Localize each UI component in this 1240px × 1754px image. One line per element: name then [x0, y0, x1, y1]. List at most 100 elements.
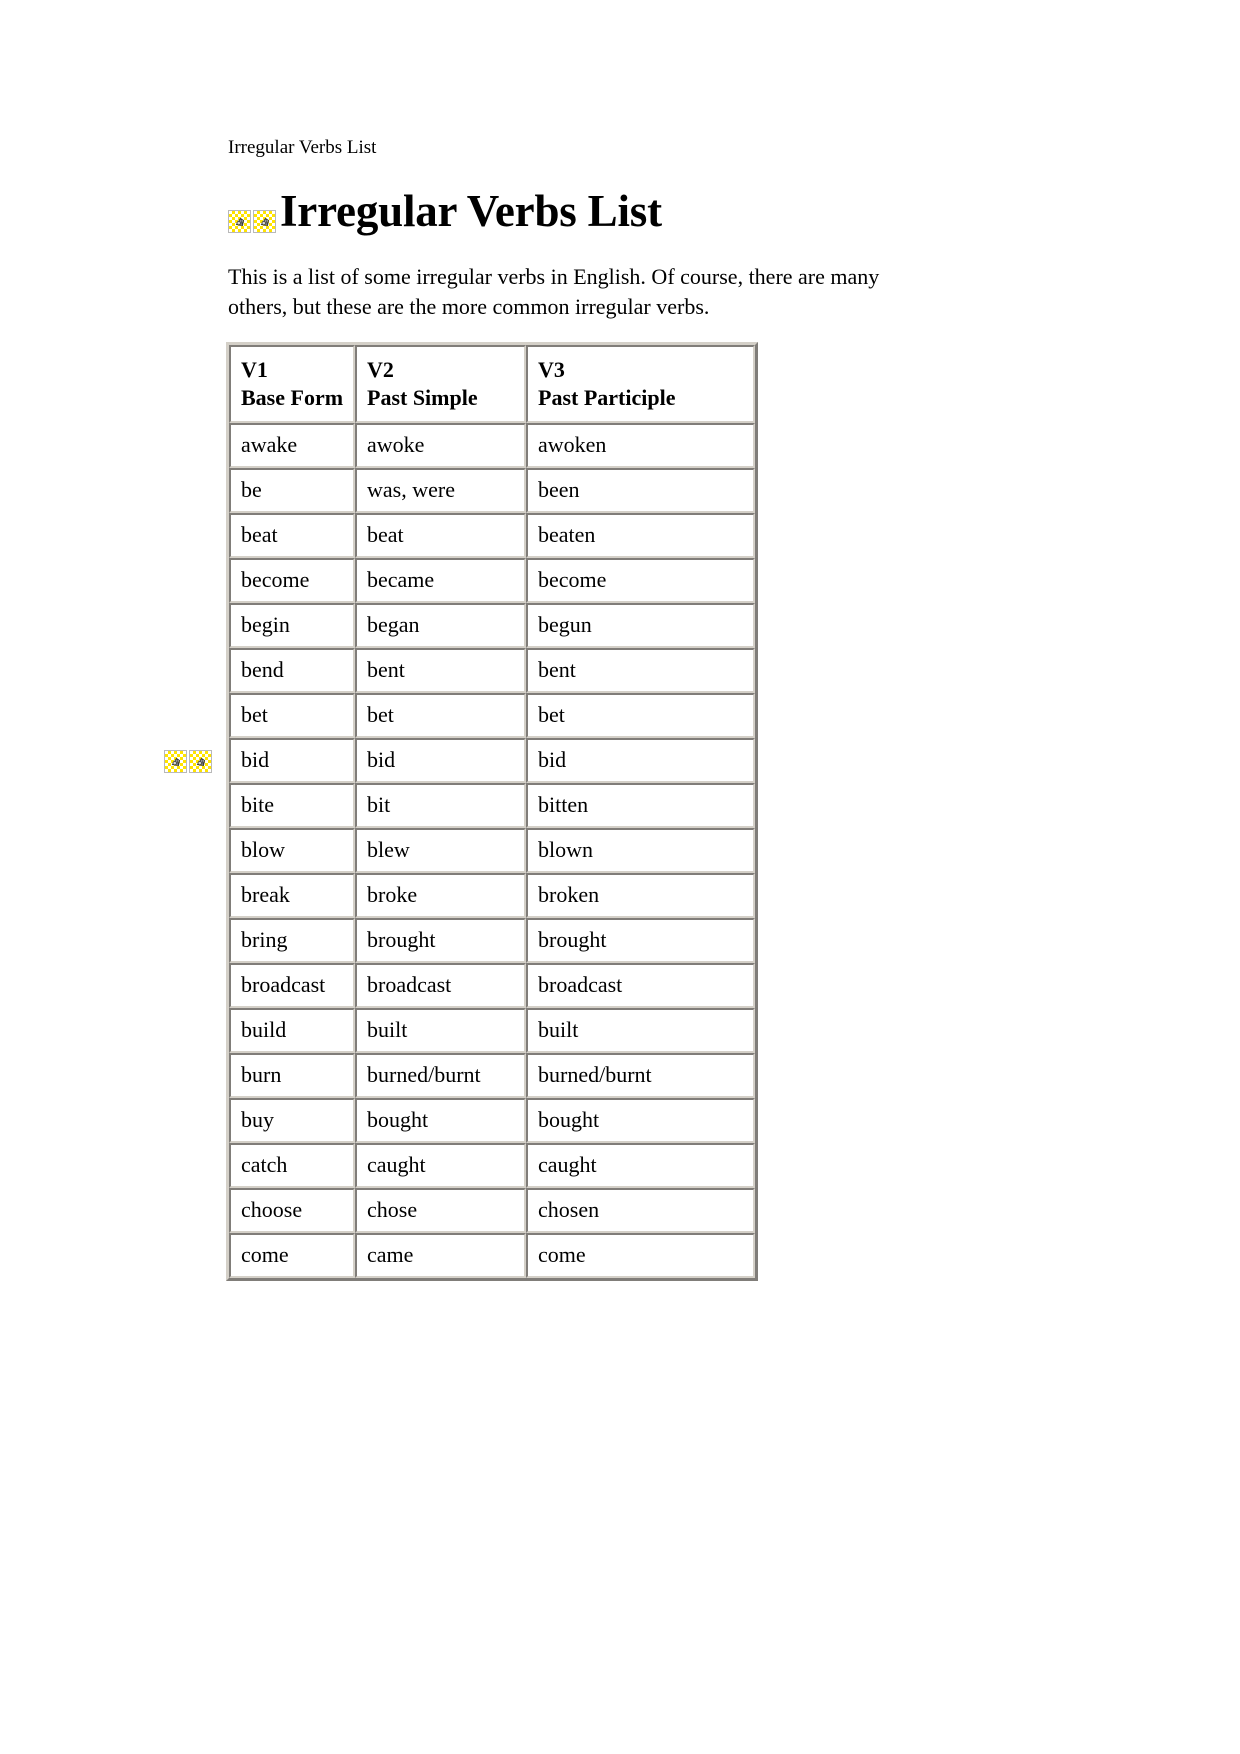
table-row: awake awoke awoken	[229, 423, 755, 468]
table-cell-v1: bend	[229, 648, 355, 693]
table-cell-v2: beat	[355, 513, 526, 558]
table-cell-v2: came	[355, 1233, 526, 1278]
table-cell-v2: bent	[355, 648, 526, 693]
table-row: bite bit bitten	[229, 783, 755, 828]
table-cell-v2: broke	[355, 873, 526, 918]
table-cell-v2: bid	[355, 738, 526, 783]
table-cell-v3: brought	[526, 918, 755, 963]
column-header-v3-code: V3	[538, 357, 565, 382]
table-cell-v3: blown	[526, 828, 755, 873]
table-cell-v2: was, were	[355, 468, 526, 513]
broken-image-icon	[228, 210, 251, 233]
table-row: bid bid bid	[229, 738, 755, 783]
table-cell-v1: broadcast	[229, 963, 355, 1008]
table-cell-v3: broken	[526, 873, 755, 918]
table-cell-v1: bet	[229, 693, 355, 738]
table-row: broadcast broadcast broadcast	[229, 963, 755, 1008]
broken-image-icon	[189, 750, 212, 773]
irregular-verbs-table-container: V1 Base Form V2 Past Simple V3 Past Part…	[226, 342, 758, 1281]
broken-image-icon	[253, 210, 276, 233]
table-cell-v2: caught	[355, 1143, 526, 1188]
table-row: blow blew blown	[229, 828, 755, 873]
table-cell-v2: broadcast	[355, 963, 526, 1008]
table-row: begin began begun	[229, 603, 755, 648]
table-cell-v1: blow	[229, 828, 355, 873]
column-header-v3: V3 Past Participle	[526, 345, 755, 423]
table-row: bend bent bent	[229, 648, 755, 693]
column-header-v2: V2 Past Simple	[355, 345, 526, 423]
table-cell-v1: bring	[229, 918, 355, 963]
table-body: awake awoke awoken be was, were been beat beat b…	[229, 423, 755, 1278]
table-cell-v2: bought	[355, 1098, 526, 1143]
table-cell-v1: catch	[229, 1143, 355, 1188]
table-row: come came come	[229, 1233, 755, 1278]
table-cell-v3: bought	[526, 1098, 755, 1143]
table-cell-v3: come	[526, 1233, 755, 1278]
table-cell-v3: become	[526, 558, 755, 603]
table-cell-v2: bet	[355, 693, 526, 738]
table-header-row: V1 Base Form V2 Past Simple V3 Past Part…	[229, 345, 755, 423]
table-cell-v3: chosen	[526, 1188, 755, 1233]
table-cell-v1: be	[229, 468, 355, 513]
table-cell-v1: choose	[229, 1188, 355, 1233]
table-cell-v1: build	[229, 1008, 355, 1053]
table-cell-v3: been	[526, 468, 755, 513]
table-cell-v1: beat	[229, 513, 355, 558]
table-cell-v2: burned/burnt	[355, 1053, 526, 1098]
table-cell-v1: begin	[229, 603, 355, 648]
table-cell-v1: become	[229, 558, 355, 603]
table-row: bet bet bet	[229, 693, 755, 738]
table-row: buy bought bought	[229, 1098, 755, 1143]
table-cell-v3: bitten	[526, 783, 755, 828]
table-row: catch caught caught	[229, 1143, 755, 1188]
table-cell-v3: begun	[526, 603, 755, 648]
table-cell-v3: bid	[526, 738, 755, 783]
table-cell-v2: blew	[355, 828, 526, 873]
table-row: burn burned/burnt burned/burnt	[229, 1053, 755, 1098]
table-cell-v2: built	[355, 1008, 526, 1053]
table-cell-v3: awoken	[526, 423, 755, 468]
table-cell-v3: caught	[526, 1143, 755, 1188]
table-cell-v1: awake	[229, 423, 355, 468]
column-header-v2-code: V2	[367, 357, 394, 382]
table-cell-v3: beaten	[526, 513, 755, 558]
table-row: choose chose chosen	[229, 1188, 755, 1233]
page-title: Irregular Verbs List	[228, 185, 662, 237]
column-header-v1-code: V1	[241, 357, 268, 382]
table-cell-v2: bit	[355, 783, 526, 828]
intro-paragraph: This is a list of some irregular verbs i…	[228, 264, 880, 319]
table-row: bring brought brought	[229, 918, 755, 963]
table-cell-v2: brought	[355, 918, 526, 963]
table-row: become became become	[229, 558, 755, 603]
column-header-v1: V1 Base Form	[229, 345, 355, 423]
column-header-v2-name: Past Simple	[367, 385, 478, 410]
table-cell-v1: bite	[229, 783, 355, 828]
table-row: break broke broken	[229, 873, 755, 918]
document-page: Irregular Verbs List Irregular Verbs Lis…	[0, 0, 1240, 1754]
column-header-v3-name: Past Participle	[538, 385, 676, 410]
column-header-v1-name: Base Form	[241, 385, 344, 410]
table-cell-v2: awoke	[355, 423, 526, 468]
table-cell-v3: bent	[526, 648, 755, 693]
page-title-text: Irregular Verbs List	[280, 186, 662, 236]
table-cell-v1: come	[229, 1233, 355, 1278]
table-cell-v3: broadcast	[526, 963, 755, 1008]
table-cell-v3: burned/burnt	[526, 1053, 755, 1098]
margin-icon-group	[164, 750, 212, 773]
table-cell-v2: became	[355, 558, 526, 603]
irregular-verbs-table: V1 Base Form V2 Past Simple V3 Past Part…	[226, 342, 758, 1281]
table-cell-v1: break	[229, 873, 355, 918]
table-cell-v1: burn	[229, 1053, 355, 1098]
table-cell-v1: bid	[229, 738, 355, 783]
table-cell-v1: buy	[229, 1098, 355, 1143]
table-header: V1 Base Form V2 Past Simple V3 Past Part…	[229, 345, 755, 423]
running-header: Irregular Verbs List	[228, 137, 377, 158]
broken-image-icon	[164, 750, 187, 773]
table-cell-v2: chose	[355, 1188, 526, 1233]
table-cell-v2: began	[355, 603, 526, 648]
table-cell-v3: bet	[526, 693, 755, 738]
table-cell-v3: built	[526, 1008, 755, 1053]
table-row: build built built	[229, 1008, 755, 1053]
table-row: beat beat beaten	[229, 513, 755, 558]
table-row: be was, were been	[229, 468, 755, 513]
